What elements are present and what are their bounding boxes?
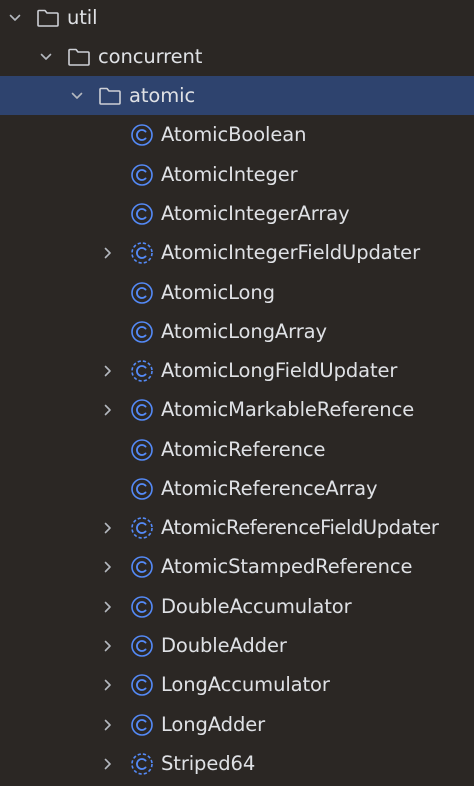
chevron-down-icon[interactable] [67,86,87,106]
tree-class-atomicintegerfieldupdater[interactable]: AtomicIntegerFieldUpdater [0,233,474,272]
tree-class-atomicmarkablereference[interactable]: AtomicMarkableReference [0,390,474,429]
tree-item-label: util [67,6,98,29]
tree-class-doubleadder[interactable]: DoubleAdder [0,626,474,665]
class-icon [129,437,155,463]
chevron-right-icon[interactable] [98,636,118,656]
tree-item-label: DoubleAdder [161,634,287,657]
tree-folder-atomic[interactable]: atomic [0,76,474,115]
class-icon [129,122,155,148]
tree-class-atomicreferencearray[interactable]: AtomicReferenceArray [0,469,474,508]
chevron-right-icon[interactable] [98,675,118,695]
chevron-right-icon[interactable] [98,361,118,381]
tree-item-label: AtomicReference [161,438,326,461]
tree-class-atomicreferencefieldupdater[interactable]: AtomicReferenceFieldUpdater [0,508,474,547]
tree-item-label: concurrent [98,45,203,68]
tree-item-label: AtomicInteger [161,163,298,186]
project-tree: util concurrent atomic AtomicBoolean Ato… [0,0,474,786]
tree-item-label: AtomicIntegerFieldUpdater [161,241,420,264]
class-icon [129,554,155,580]
chevron-right-icon[interactable] [98,400,118,420]
tree-class-atomicinteger[interactable]: AtomicInteger [0,155,474,194]
class-icon [129,319,155,345]
chevron-right-icon[interactable] [98,754,118,774]
class-icon [129,672,155,698]
tree-item-label: AtomicReferenceFieldUpdater [161,516,439,539]
abstract-class-icon [129,240,155,266]
tree-class-doubleaccumulator[interactable]: DoubleAccumulator [0,587,474,626]
class-icon [129,476,155,502]
class-icon [129,633,155,659]
tree-item-label: AtomicIntegerArray [161,202,350,225]
tree-item-label: AtomicBoolean [161,123,307,146]
tree-class-longaccumulator[interactable]: LongAccumulator [0,665,474,704]
folder-icon [35,5,61,31]
tree-class-atomicboolean[interactable]: AtomicBoolean [0,115,474,154]
chevron-right-icon[interactable] [98,557,118,577]
tree-item-label: AtomicStampedReference [161,555,413,578]
tree-class-atomicintegerarray[interactable]: AtomicIntegerArray [0,194,474,233]
tree-item-label: DoubleAccumulator [161,595,352,618]
class-icon [129,162,155,188]
folder-icon [97,83,123,109]
class-icon [129,397,155,423]
tree-item-label: AtomicLongArray [161,320,327,343]
abstract-class-icon [129,358,155,384]
tree-item-label: LongAdder [161,713,266,736]
tree-class-atomicstampedreference[interactable]: AtomicStampedReference [0,547,474,586]
chevron-right-icon[interactable] [98,518,118,538]
class-icon [129,201,155,227]
tree-folder-concurrent[interactable]: concurrent [0,37,474,76]
folder-icon [66,44,92,70]
tree-class-atomiclongfieldupdater[interactable]: AtomicLongFieldUpdater [0,351,474,390]
chevron-right-icon[interactable] [98,243,118,263]
chevron-right-icon[interactable] [98,597,118,617]
tree-class-atomicreference[interactable]: AtomicReference [0,430,474,469]
tree-item-label: Striped64 [161,752,256,775]
tree-class-longadder[interactable]: LongAdder [0,705,474,744]
tree-item-label: AtomicReferenceArray [161,477,378,500]
tree-class-atomiclongarray[interactable]: AtomicLongArray [0,312,474,351]
chevron-down-icon[interactable] [5,8,25,28]
abstract-class-icon [129,515,155,541]
chevron-down-icon[interactable] [36,47,56,67]
tree-item-label: AtomicLong [161,281,275,304]
tree-folder-util[interactable]: util [0,0,474,37]
tree-class-atomiclong[interactable]: AtomicLong [0,273,474,312]
tree-item-label: AtomicMarkableReference [161,398,415,421]
tree-item-label: AtomicLongFieldUpdater [161,359,398,382]
tree-item-label: LongAccumulator [161,673,330,696]
class-icon [129,594,155,620]
class-icon [129,712,155,738]
chevron-right-icon[interactable] [98,715,118,735]
tree-class-striped64[interactable]: Striped64 [0,744,474,783]
abstract-class-icon [129,751,155,777]
tree-item-label: atomic [129,84,196,107]
class-icon [129,280,155,306]
